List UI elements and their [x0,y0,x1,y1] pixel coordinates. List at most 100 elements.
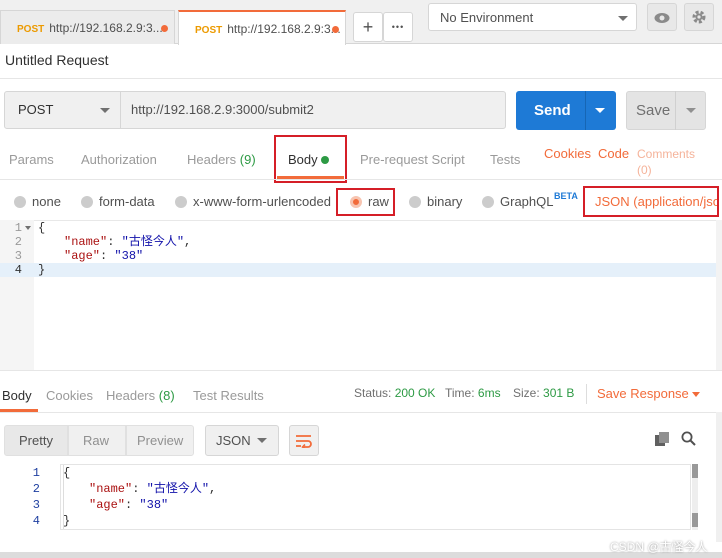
tab-label: Headers [106,388,156,403]
cookies-link[interactable]: Cookies [544,146,591,161]
option-raw-label: raw [368,194,389,209]
chevron-down-icon [257,438,267,443]
editor-scrollbar[interactable] [716,220,722,370]
send-options-chevron-icon[interactable] [595,108,605,113]
radio-urlencoded[interactable] [175,196,187,208]
request-title[interactable]: Untitled Request [5,52,109,68]
response-tab-cookies[interactable]: Cookies [46,388,93,403]
divider [0,78,722,79]
radio-raw[interactable] [350,196,362,208]
content-type-value: JSON (application/json) [595,194,719,209]
view-preview[interactable]: Preview [126,425,194,456]
tab-label: Body [2,388,32,403]
method-value: POST [18,102,54,117]
line-number: 3 [14,249,22,263]
tab-tests[interactable]: Tests [490,152,520,167]
status-label: Status: [354,386,392,400]
tab-body[interactable]: Body [288,152,330,167]
request-line-numbers: 1 2 3 4 [0,221,22,277]
format-value: JSON [216,433,251,448]
search-icon[interactable] [681,431,696,449]
panel-scrollbar[interactable] [716,412,722,542]
indent-guide [63,465,64,529]
code-line: } [63,514,71,528]
json-sep: : [125,498,140,512]
comments-link[interactable]: Comments (0) [637,146,695,178]
tab-label: Pre-request Script [360,152,465,167]
radio-none[interactable] [14,196,26,208]
method-select[interactable]: POST [4,91,121,129]
response-tab-body[interactable]: Body [2,388,32,403]
radio-form-data[interactable] [81,196,93,208]
tab-count: (8) [158,388,175,403]
tab-title: http://192.168.2.9:3... [227,22,341,36]
manage-environments-button[interactable] [684,3,714,31]
request-code: { "name": "古怪今人", "age": "38" } [38,221,191,277]
tab-label: Params [9,152,54,167]
environment-select[interactable]: No Environment [428,3,637,31]
tab-pre-request-script[interactable]: Pre-request Script [360,152,465,167]
scrollbar-thumb[interactable] [692,513,698,527]
radio-binary[interactable] [409,196,421,208]
unsaved-dot-icon [332,26,339,33]
view-raw[interactable]: Raw [68,425,126,456]
environment-quick-look-button[interactable] [647,3,677,31]
json-key: "name" [89,482,133,496]
save-response-button[interactable]: Save Response [597,386,701,401]
line-number: 4 [32,514,40,528]
status-value: 200 OK [394,386,436,400]
view-pretty[interactable]: Pretty [4,425,68,456]
beta-badge: BETA [554,191,578,201]
json-sep: : [132,482,147,496]
option-form-data-label: form-data [99,194,155,209]
code-line: } [38,263,46,277]
line-number: 2 [14,235,22,249]
eye-icon [654,13,670,23]
tab-label: Tests [490,152,521,167]
save-response-label: Save Response [597,386,689,401]
tab-headers[interactable]: Headers (9) [187,152,256,167]
more-icon: ••• [391,22,405,32]
line-number: 4 [14,263,22,277]
tab-label: Cookies [46,388,93,403]
scrollbar-thumb[interactable] [692,464,698,478]
size-value: 301 B [543,386,575,400]
response-format-select[interactable]: JSON [205,425,279,456]
new-tab-button[interactable]: + [353,12,383,42]
tab-method: POST [195,25,223,36]
json-value: "38" [139,498,169,512]
chevron-down-icon [618,16,628,21]
send-split [585,91,586,130]
json-key: "age" [89,498,126,512]
response-size: Size: 301 B [513,386,574,400]
json-value: "古怪今人" [146,482,210,496]
code-line: { [38,221,46,235]
radio-graphql[interactable] [482,196,494,208]
option-none-label: none [32,194,61,209]
tab-menu-button[interactable]: ••• [383,12,413,42]
content-type-select[interactable]: JSON (application/json) [583,186,719,217]
save-options-chevron-icon[interactable] [686,108,696,113]
response-tab-test-results[interactable]: Test Results [193,388,264,403]
wrap-lines-button[interactable] [289,425,319,456]
copy-icon[interactable] [655,432,670,450]
send-label: Send [534,102,571,119]
view-label: Pretty [19,433,53,448]
response-time: Time: 6ms [445,386,501,400]
view-label: Raw [83,433,110,448]
code-line: "age": "38" [38,249,191,263]
code-link[interactable]: Code [598,146,629,161]
tab-params[interactable]: Params [9,152,54,167]
fold-chevron-icon[interactable] [25,226,31,230]
url-value: http://192.168.2.9:3000/submit2 [131,102,314,117]
request-tab-2[interactable]: POST http://192.168.2.9:3... [178,10,346,45]
divider [0,412,722,413]
option-binary-label: binary [427,194,463,209]
option-urlencoded-label: x-www-form-urlencoded [193,194,331,209]
request-tab-1[interactable]: POST http://192.168.2.9:3... [0,10,175,44]
tab-authorization[interactable]: Authorization [81,152,157,167]
response-tab-headers[interactable]: Headers (8) [106,388,175,403]
response-code: { "name": "古怪今人", "age": "38" } [63,465,216,529]
url-input[interactable]: http://192.168.2.9:3000/submit2 [121,91,506,129]
save-split [675,91,676,130]
